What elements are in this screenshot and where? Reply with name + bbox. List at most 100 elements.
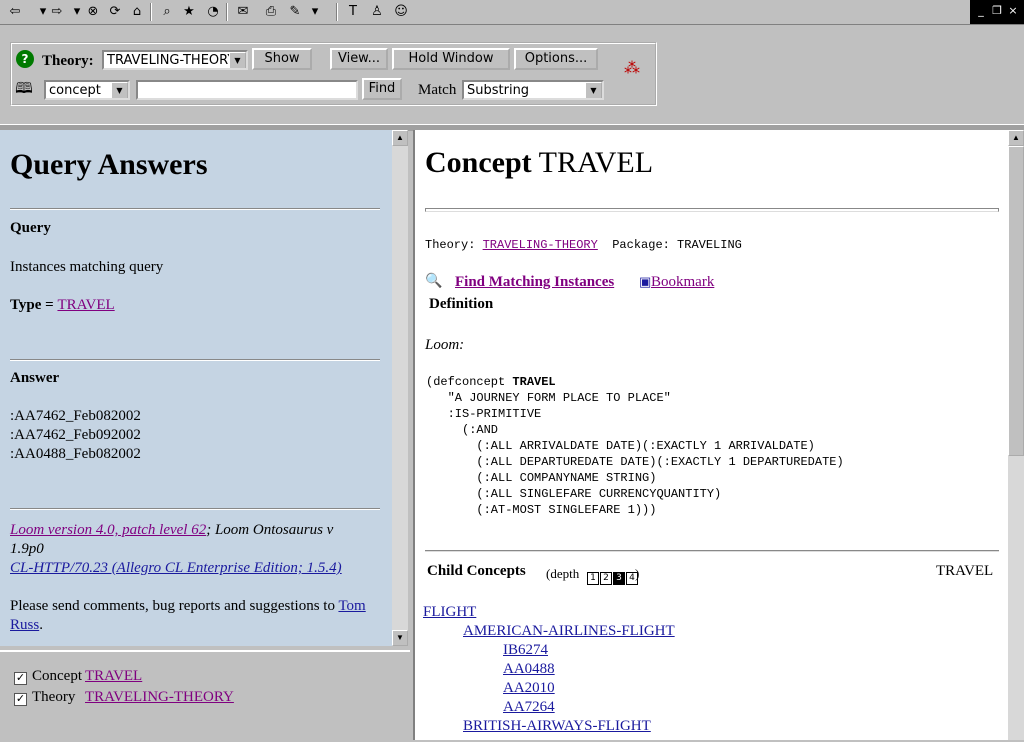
code-concept-name: TRAVEL <box>512 375 556 389</box>
refresh-icon[interactable]: ⟳ <box>106 3 124 21</box>
text-icon[interactable]: T <box>344 3 362 21</box>
definition-heading: Definition <box>429 296 494 312</box>
ontosaurus-control-panel: ? Theory: TRAVELING-THEORY ▼ Show View..… <box>10 42 657 106</box>
search-input[interactable] <box>136 80 358 100</box>
user-icon[interactable]: ☺ <box>392 3 410 21</box>
code-text: "A JOURNEY FORM PLACE TO PLACE" <box>426 391 671 405</box>
answer-item: :AA0488_Feb082002 <box>10 446 141 462</box>
chevron-down-icon: ▼ <box>585 82 602 98</box>
scroll-thumb[interactable] <box>1008 146 1024 456</box>
cl-http-link[interactable]: CL-HTTP/70.23 (Allegro CL Enterprise Edi… <box>10 560 342 576</box>
find-matching-instances-link[interactable]: Find Matching Instances <box>455 274 614 291</box>
type-link[interactable]: TRAVEL <box>57 297 114 313</box>
loom-label: Loom: <box>425 337 465 353</box>
bookmark-frame: ✓ Concept TRAVEL ✓ Theory TRAVELING-THEO… <box>0 650 410 742</box>
search-icon[interactable]: ⌕ <box>158 3 176 21</box>
child-concept-link[interactable]: AA0488 <box>503 661 555 678</box>
close-button[interactable]: × <box>1006 4 1020 18</box>
answer-heading: Answer <box>10 370 60 386</box>
mail-icon[interactable]: ✉ <box>234 3 252 21</box>
options-button[interactable]: Options... <box>514 48 598 70</box>
theory-select-value: TRAVELING-THEORY <box>107 53 236 68</box>
loom-version-link[interactable]: Loom version 4.0, patch level 62 <box>10 522 206 538</box>
child-concept-link[interactable]: FLIGHT <box>423 604 476 621</box>
code-line: "A JOURNEY FORM PLACE TO PLACE" <box>426 390 844 406</box>
code-line: (:AT-MOST SINGLEFARE 1))) <box>426 502 844 518</box>
concept-frame: Concept TRAVEL Theory: TRAVELING-THEORY … <box>413 130 1010 740</box>
concept-checkbox[interactable]: ✓ <box>14 672 27 685</box>
edit-icon[interactable]: ✎ <box>286 3 304 21</box>
divider <box>425 550 999 552</box>
depth-option[interactable]: 2 <box>600 572 612 585</box>
child-concept-link[interactable]: AMERICAN-AIRLINES-FLIGHT <box>463 623 675 640</box>
right-scrollbar[interactable]: ▲ <box>1008 130 1024 740</box>
theory-checkbox[interactable]: ✓ <box>14 693 27 706</box>
forward-icon[interactable]: ⇨ <box>48 3 66 21</box>
child-concept-link[interactable]: BRITISH-AIRWAYS-FLIGHT <box>463 718 651 735</box>
depth-close: ) <box>635 566 640 581</box>
depth-option[interactable]: 1 <box>587 572 599 585</box>
concept-title: Concept TRAVEL <box>425 146 653 180</box>
code-line: (:ALL DEPARTUREDATE DATE)(:EXACTLY 1 DEP… <box>426 454 844 470</box>
scroll-up-icon[interactable]: ▲ <box>1008 130 1024 146</box>
definition-code: (defconcept TRAVEL "A JOURNEY FORM PLACE… <box>426 374 844 518</box>
theory-package-row: Theory: TRAVELING-THEORY Package: TRAVEL… <box>425 238 742 252</box>
scroll-up-icon[interactable]: ▲ <box>392 130 408 146</box>
period: . <box>39 617 43 633</box>
concept-title-prefix: Concept <box>425 146 532 179</box>
chevron-down-icon: ▼ <box>229 52 246 68</box>
book-icon[interactable]: 🕮 <box>15 80 33 98</box>
concept-title-name: TRAVEL <box>538 146 654 179</box>
divider <box>10 208 380 210</box>
bookmark-link[interactable]: Bookmark <box>651 274 714 291</box>
help-icon[interactable]: ? <box>16 50 34 68</box>
divider <box>425 208 999 212</box>
window-controls: _ ❐ × <box>970 0 1024 24</box>
hierarchy-icon[interactable]: ⁂ <box>614 60 650 78</box>
concept-link[interactable]: TRAVEL <box>85 668 142 685</box>
show-button[interactable]: Show <box>252 48 312 70</box>
match-select[interactable]: Substring ▼ <box>462 80 604 100</box>
child-concept-link[interactable]: AA7264 <box>503 699 555 716</box>
child-concept-link[interactable]: IB6274 <box>503 642 548 659</box>
answer-item: :AA7462_Feb092002 <box>10 427 141 443</box>
restore-button[interactable]: ❐ <box>990 4 1004 18</box>
bookmark-icon[interactable]: ▣ <box>639 274 651 290</box>
find-button[interactable]: Find <box>362 78 402 100</box>
print-icon[interactable]: ⎙ <box>262 3 280 21</box>
scroll-down-icon[interactable]: ▼ <box>392 630 408 646</box>
stop-icon[interactable]: ⊗ <box>84 3 102 21</box>
favorites-icon[interactable]: ★ <box>180 3 198 21</box>
theory-select[interactable]: TRAVELING-THEORY ▼ <box>102 50 248 70</box>
browser-toolbar: ⇦ ▾ ⇨ ▾ ⊗ ⟳ ⌂ ⌕ ★ ◔ ✉ ⎙ ✎ ▾ T ♙ ☺ <box>0 0 1024 25</box>
hold-window-button[interactable]: Hold Window <box>392 48 510 70</box>
type-label: Type = <box>10 297 58 313</box>
back-icon[interactable]: ⇦ <box>6 3 24 21</box>
discuss-icon[interactable]: ▾ <box>306 3 324 21</box>
left-scrollbar[interactable]: ▲ ▼ <box>392 130 408 646</box>
code-text: (:ALL DEPARTUREDATE DATE)(:EXACTLY 1 DEP… <box>426 455 844 469</box>
depth-label: (depth <box>546 566 580 581</box>
depth-option[interactable]: 3 <box>613 572 625 585</box>
answer-item: :AA7462_Feb082002 <box>10 408 141 424</box>
theory-label: Theory: <box>42 53 94 69</box>
page-title: Query Answers <box>10 148 208 181</box>
view-button[interactable]: View... <box>330 48 388 70</box>
child-concept-link[interactable]: AA2010 <box>503 680 555 697</box>
home-icon[interactable]: ⌂ <box>128 3 146 21</box>
type-row: Type = TRAVEL <box>10 297 115 314</box>
version-info: Loom version 4.0, patch level 62; Loom O… <box>10 521 370 578</box>
find-instances-icon[interactable]: 🔍 <box>425 273 442 290</box>
comments-text: Please send comments, bug reports and su… <box>10 597 372 635</box>
theory-link[interactable]: TRAVELING-THEORY <box>85 689 234 706</box>
history-icon[interactable]: ◔ <box>204 3 222 21</box>
divider <box>10 508 380 510</box>
toolbar-separator <box>336 3 338 21</box>
object-type-value: concept <box>49 83 101 98</box>
messenger-icon[interactable]: ♙ <box>368 3 386 21</box>
query-answers-frame: Query Answers Query Instances matching q… <box>0 130 392 646</box>
object-type-select[interactable]: concept ▼ <box>44 80 130 100</box>
minimize-button[interactable]: _ <box>974 4 988 18</box>
divider <box>10 359 380 361</box>
theory-link[interactable]: TRAVELING-THEORY <box>483 238 598 252</box>
